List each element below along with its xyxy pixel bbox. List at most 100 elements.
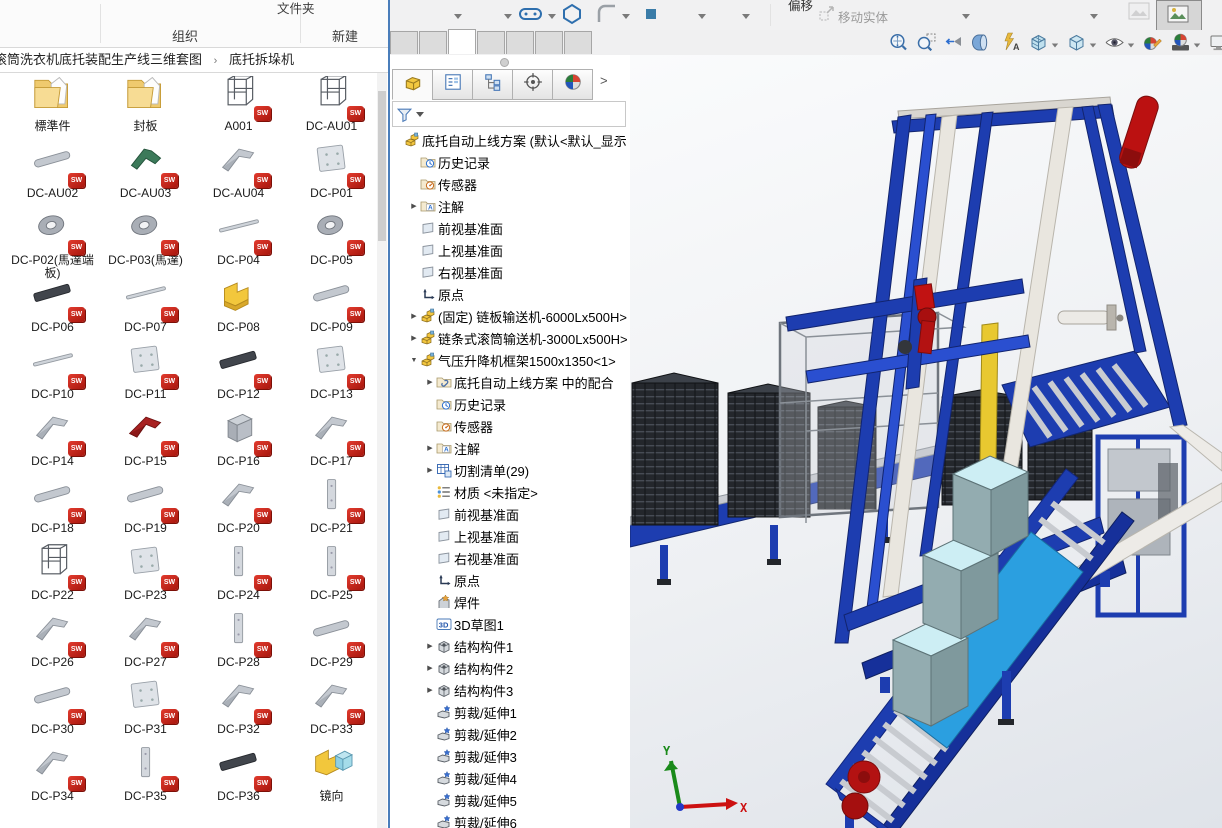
- feature-tree-item[interactable]: 传感器: [390, 415, 628, 437]
- file-item-DC-P26[interactable]: SW DC-P26: [6, 612, 99, 679]
- screenshot-button[interactable]: [1156, 0, 1202, 30]
- breadcrumb-root[interactable]: 滚筒洗衣机底托装配生产线三维套图: [0, 52, 202, 67]
- dropdown-caret-icon[interactable]: [622, 14, 630, 19]
- file-item-DC-P11[interactable]: SW DC-P11: [99, 344, 192, 411]
- feature-tree-item[interactable]: 剪裁/延伸3: [390, 745, 628, 767]
- file-item-DC-P22[interactable]: SW DC-P22: [6, 544, 99, 612]
- feature-tree-item[interactable]: (固定) 链板输送机-6000Lx500H>: [390, 305, 628, 327]
- file-item-標準件[interactable]: 標準件: [6, 76, 99, 143]
- feature-tree-item[interactable]: 原点: [390, 283, 628, 305]
- point-tool-icon[interactable]: [644, 7, 658, 21]
- feature-tree-item[interactable]: 历史记录: [390, 393, 628, 415]
- file-item-DC-AU01[interactable]: SW DC-AU01: [285, 76, 378, 143]
- file-item-DC-P13[interactable]: SW DC-P13: [285, 344, 378, 411]
- ribbon-tab-MBD[interactable]: [564, 31, 592, 54]
- featuremanager-tab[interactable]: [392, 69, 433, 100]
- file-item-DC-P17[interactable]: SW DC-P17: [285, 411, 378, 478]
- hud-edit-appearance-button[interactable]: [1142, 32, 1163, 58]
- feature-tree-item[interactable]: 气压升降机框架1500x1350<1>: [390, 349, 628, 371]
- panel-tabs-overflow-button[interactable]: >: [600, 73, 608, 88]
- assembly-model[interactable]: Y X: [630, 55, 1222, 828]
- file-item-DC-P31[interactable]: SW DC-P31: [99, 679, 192, 746]
- configurationmanager-tab[interactable]: [472, 69, 513, 100]
- feature-tree-item[interactable]: 结构构件2: [390, 657, 628, 679]
- dimxpertmanager-tab[interactable]: [512, 69, 553, 100]
- file-item-DC-P18[interactable]: SW DC-P18: [6, 478, 99, 545]
- file-item-A001[interactable]: SW A001: [192, 76, 285, 143]
- feature-tree-item[interactable]: 剪裁/延伸1: [390, 701, 628, 723]
- hud-view-annotations-button[interactable]: A: [1000, 32, 1021, 58]
- file-item-DC-P15[interactable]: SW DC-P15: [99, 411, 192, 478]
- feature-tree-item[interactable]: 底托自动上线方案 中的配合: [390, 371, 628, 393]
- file-item-DC-P24[interactable]: SW DC-P24: [192, 545, 285, 612]
- dropdown-caret-icon[interactable]: [698, 14, 706, 19]
- file-item-DC-P16[interactable]: SW DC-P16: [192, 411, 285, 478]
- breadcrumb-current[interactable]: 底托拆垛机: [229, 52, 294, 67]
- hud-previous-view-button[interactable]: [944, 32, 965, 58]
- tree-filter-bar[interactable]: [392, 101, 626, 127]
- ribbon-tab-装配体[interactable]: [390, 31, 418, 54]
- file-item-镜向[interactable]: 镜向: [285, 746, 378, 813]
- hud-zoom-to-fit-button[interactable]: [888, 32, 909, 58]
- expand-arrow-icon[interactable]: [408, 357, 420, 364]
- dropdown-caret-icon[interactable]: [742, 14, 750, 19]
- feature-tree-item[interactable]: 右视基准面: [390, 547, 628, 569]
- dropdown-caret-icon[interactable]: [504, 14, 512, 19]
- expand-arrow-icon[interactable]: [424, 664, 436, 672]
- file-item-DC-P34[interactable]: SW DC-P34: [6, 746, 99, 813]
- ribbon-tab-布局[interactable]: [419, 31, 447, 54]
- dropdown-caret-icon[interactable]: [454, 14, 462, 19]
- file-item-封板[interactable]: 封板: [99, 76, 192, 143]
- ribbon-tab-SOLIDWORKS 插件[interactable]: [535, 31, 563, 54]
- explorer-scrollbar[interactable]: [377, 73, 387, 828]
- file-item-DC-P02(馬達端板)[interactable]: SW DC-P02(馬達端板): [6, 210, 99, 280]
- feature-tree-item[interactable]: 切割清单(29): [390, 459, 628, 481]
- file-item-DC-P29[interactable]: SW DC-P29: [285, 612, 378, 679]
- dropdown-caret-icon[interactable]: [1090, 14, 1098, 19]
- hud-display-style-button[interactable]: [1066, 32, 1097, 58]
- file-item-DC-AU03[interactable]: SW DC-AU03: [99, 143, 192, 210]
- feature-tree-item[interactable]: 3D 3D草图1: [390, 613, 628, 635]
- organize-button[interactable]: 组织: [172, 26, 198, 45]
- feature-tree-item[interactable]: 链条式滚筒输送机-3000Lx500H>: [390, 327, 628, 349]
- file-item-DC-P09[interactable]: SW DC-P09: [285, 277, 378, 344]
- feature-tree-item[interactable]: 传感器: [390, 173, 628, 195]
- file-item-DC-P04[interactable]: SW DC-P04: [192, 210, 285, 277]
- file-item-DC-P35[interactable]: SW DC-P35: [99, 746, 192, 813]
- feature-tree-item[interactable]: 结构构件1: [390, 635, 628, 657]
- file-item-DC-P01[interactable]: SW DC-P01: [285, 143, 378, 210]
- hud-view-settings-button[interactable]: [1208, 32, 1222, 58]
- file-item-DC-AU02[interactable]: SW DC-AU02: [6, 143, 99, 210]
- expand-arrow-icon[interactable]: [424, 466, 436, 474]
- propertymanager-tab[interactable]: [432, 69, 473, 100]
- file-item-DC-P07[interactable]: SW DC-P07: [99, 277, 192, 344]
- file-item-DC-P28[interactable]: SW DC-P28: [192, 612, 285, 679]
- hud-apply-scene-button[interactable]: [1170, 32, 1201, 58]
- expand-arrow-icon[interactable]: [408, 312, 420, 320]
- file-item-DC-P14[interactable]: SW DC-P14: [6, 411, 99, 478]
- hud-hide-show-items-button[interactable]: [1104, 32, 1135, 58]
- file-item-DC-P03(馬達)[interactable]: SW DC-P03(馬達): [99, 210, 192, 277]
- feature-tree-item[interactable]: 材质 <未指定>: [390, 481, 628, 503]
- file-item-DC-AU04[interactable]: SW DC-AU04: [192, 143, 285, 210]
- scrollbar-thumb[interactable]: [378, 91, 386, 241]
- file-item-DC-P23[interactable]: SW DC-P23: [99, 545, 192, 612]
- polygon-tool-icon[interactable]: [560, 3, 584, 25]
- new-folder-button[interactable]: 文件夹: [277, 0, 315, 17]
- dropdown-caret-icon[interactable]: [548, 14, 556, 19]
- slot-tool-icon[interactable]: [518, 5, 544, 23]
- pneumatic-cylinder[interactable]: [1057, 304, 1124, 331]
- move-entities-button[interactable]: 移动实体: [838, 7, 888, 26]
- ribbon-tab-标注[interactable]: [477, 31, 505, 54]
- feature-tree-item[interactable]: 剪裁/延伸6: [390, 811, 628, 828]
- file-item-DC-P19[interactable]: SW DC-P19: [99, 478, 192, 545]
- hud-zoom-to-area-button[interactable]: [916, 32, 937, 58]
- file-item-DC-P33[interactable]: SW DC-P33: [285, 679, 378, 746]
- expand-arrow-icon[interactable]: [424, 686, 436, 694]
- file-item-DC-P08[interactable]: DC-P08: [192, 277, 285, 344]
- expand-arrow-icon[interactable]: [424, 378, 436, 386]
- file-item-DC-P32[interactable]: SW DC-P32: [192, 679, 285, 746]
- file-item-DC-P20[interactable]: SW DC-P20: [192, 478, 285, 545]
- file-item-DC-P12[interactable]: SW DC-P12: [192, 344, 285, 411]
- offset-tool-label[interactable]: 偏移: [788, 0, 813, 14]
